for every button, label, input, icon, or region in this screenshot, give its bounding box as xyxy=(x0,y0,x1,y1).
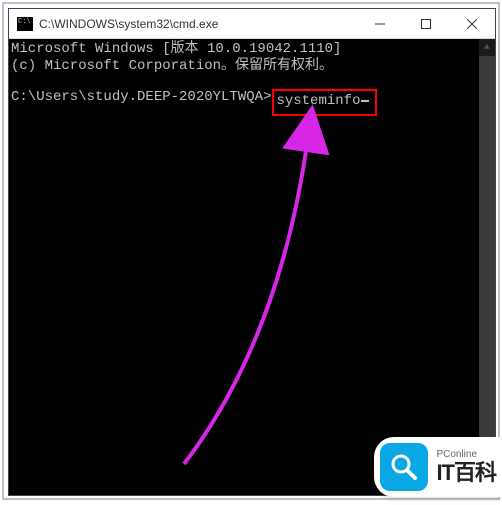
command-highlight: systeminfo xyxy=(272,89,377,116)
terminal-area[interactable]: Microsoft Windows [版本 10.0.19042.1110] (… xyxy=(9,39,495,495)
close-button[interactable] xyxy=(449,9,495,38)
terminal-line: Microsoft Windows [版本 10.0.19042.1110] xyxy=(11,41,495,58)
watermark-subtitle: PConline xyxy=(436,450,496,460)
command-text: systeminfo xyxy=(276,93,360,110)
prompt-text: C:\Users\study.DEEP-2020YLTWQA> xyxy=(11,89,271,116)
scroll-up-button[interactable]: ▲ xyxy=(479,39,495,56)
scrollbar-thumb[interactable] xyxy=(479,56,495,478)
minimize-button[interactable] xyxy=(357,9,403,38)
titlebar[interactable]: C:\WINDOWS\system32\cmd.exe xyxy=(9,9,495,39)
prompt-row: C:\Users\study.DEEP-2020YLTWQA> systeminf… xyxy=(11,89,495,116)
cursor-icon xyxy=(361,100,369,102)
cmd-icon xyxy=(17,17,33,31)
terminal-line: (c) Microsoft Corporation。保留所有权利。 xyxy=(11,58,495,75)
window-controls xyxy=(357,9,495,38)
maximize-button[interactable] xyxy=(403,9,449,38)
watermark: PConline IT百科 xyxy=(374,437,502,497)
window-title: C:\WINDOWS\system32\cmd.exe xyxy=(39,17,357,31)
vertical-scrollbar[interactable]: ▲ ▼ xyxy=(479,39,495,495)
watermark-title: IT百科 xyxy=(436,462,496,484)
magnifier-icon xyxy=(380,443,428,491)
cmd-window: C:\WINDOWS\system32\cmd.exe Microsoft Wi… xyxy=(8,8,496,496)
